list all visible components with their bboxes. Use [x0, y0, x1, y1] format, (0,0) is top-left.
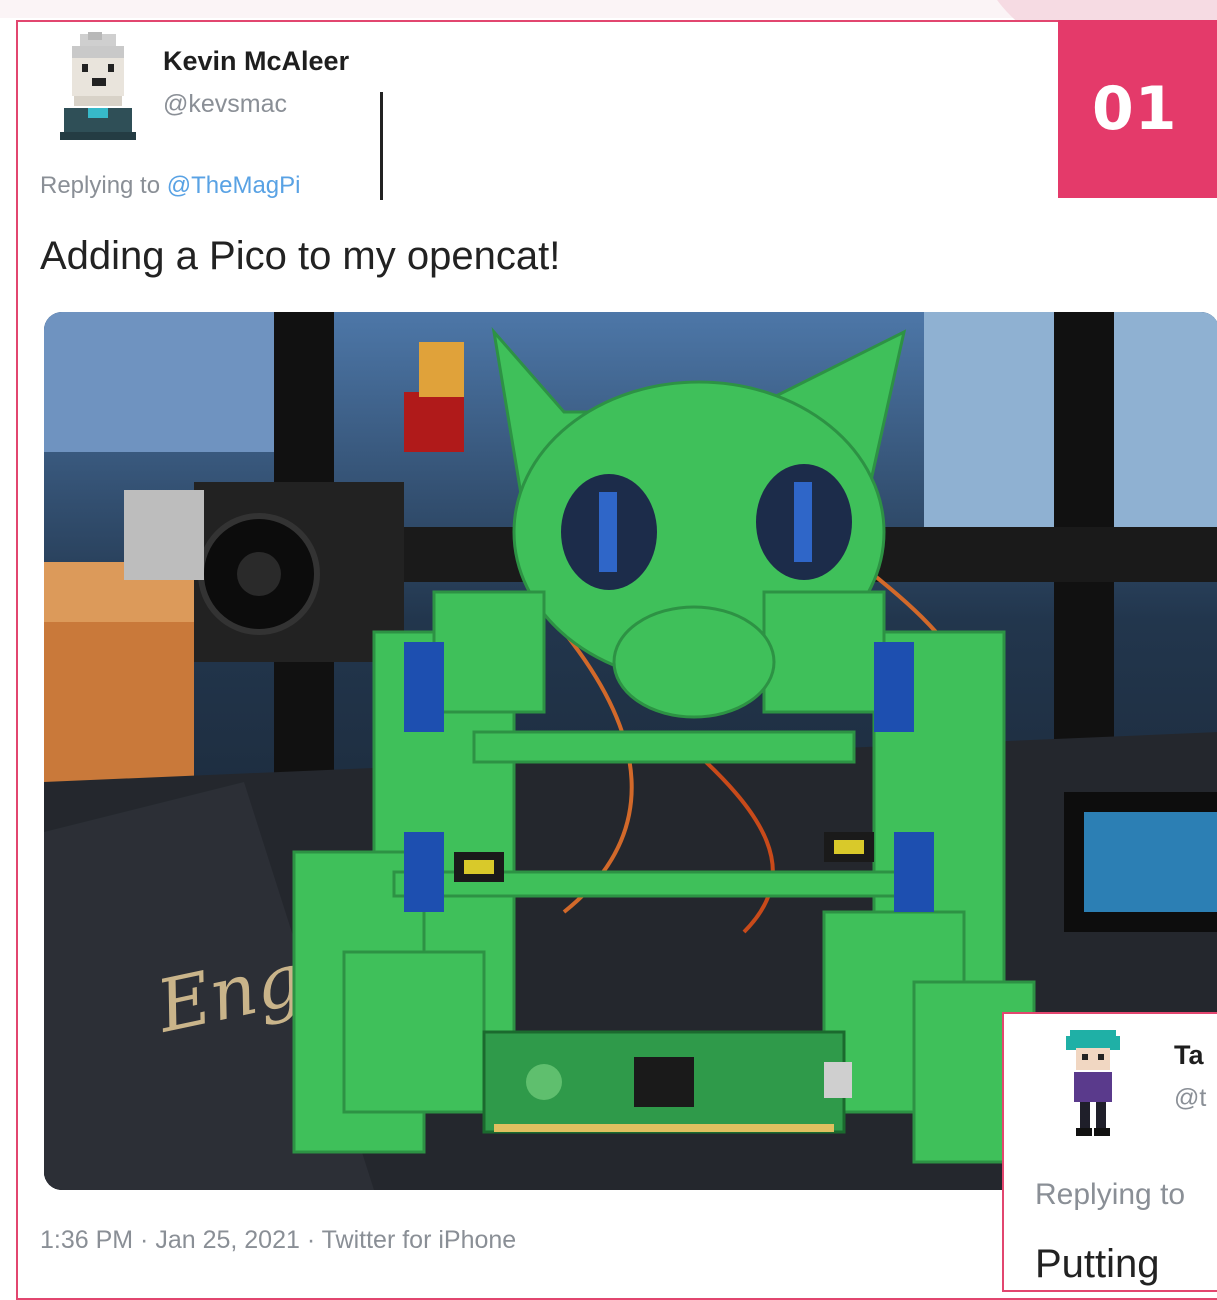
second-author-name[interactable]: Ta: [1174, 1040, 1204, 1071]
tweet-text: Adding a Pico to my opencat!: [40, 234, 561, 278]
number-badge: 01: [1058, 20, 1217, 198]
text-cursor: [380, 92, 383, 200]
author-avatar-icon[interactable]: [52, 32, 144, 142]
second-replying-to-label: Replying to: [1035, 1178, 1186, 1211]
reply-mention-link[interactable]: @TheMagPi: [167, 172, 301, 199]
tweet-footer-meta: 1:36 PM · Jan 25, 2021 · Twitter for iPh…: [40, 1226, 517, 1254]
second-tweet-text: Putting: [1035, 1242, 1160, 1286]
second-author-avatar-icon[interactable]: [1062, 1030, 1124, 1136]
replying-to-label: Replying to: [40, 172, 167, 199]
author-name[interactable]: Kevin McAleer: [163, 46, 349, 77]
second-author-handle[interactable]: @t: [1174, 1084, 1206, 1113]
author-handle[interactable]: @kevsmac: [163, 90, 287, 119]
replying-to-line: Replying to @TheMagPi: [40, 172, 301, 200]
